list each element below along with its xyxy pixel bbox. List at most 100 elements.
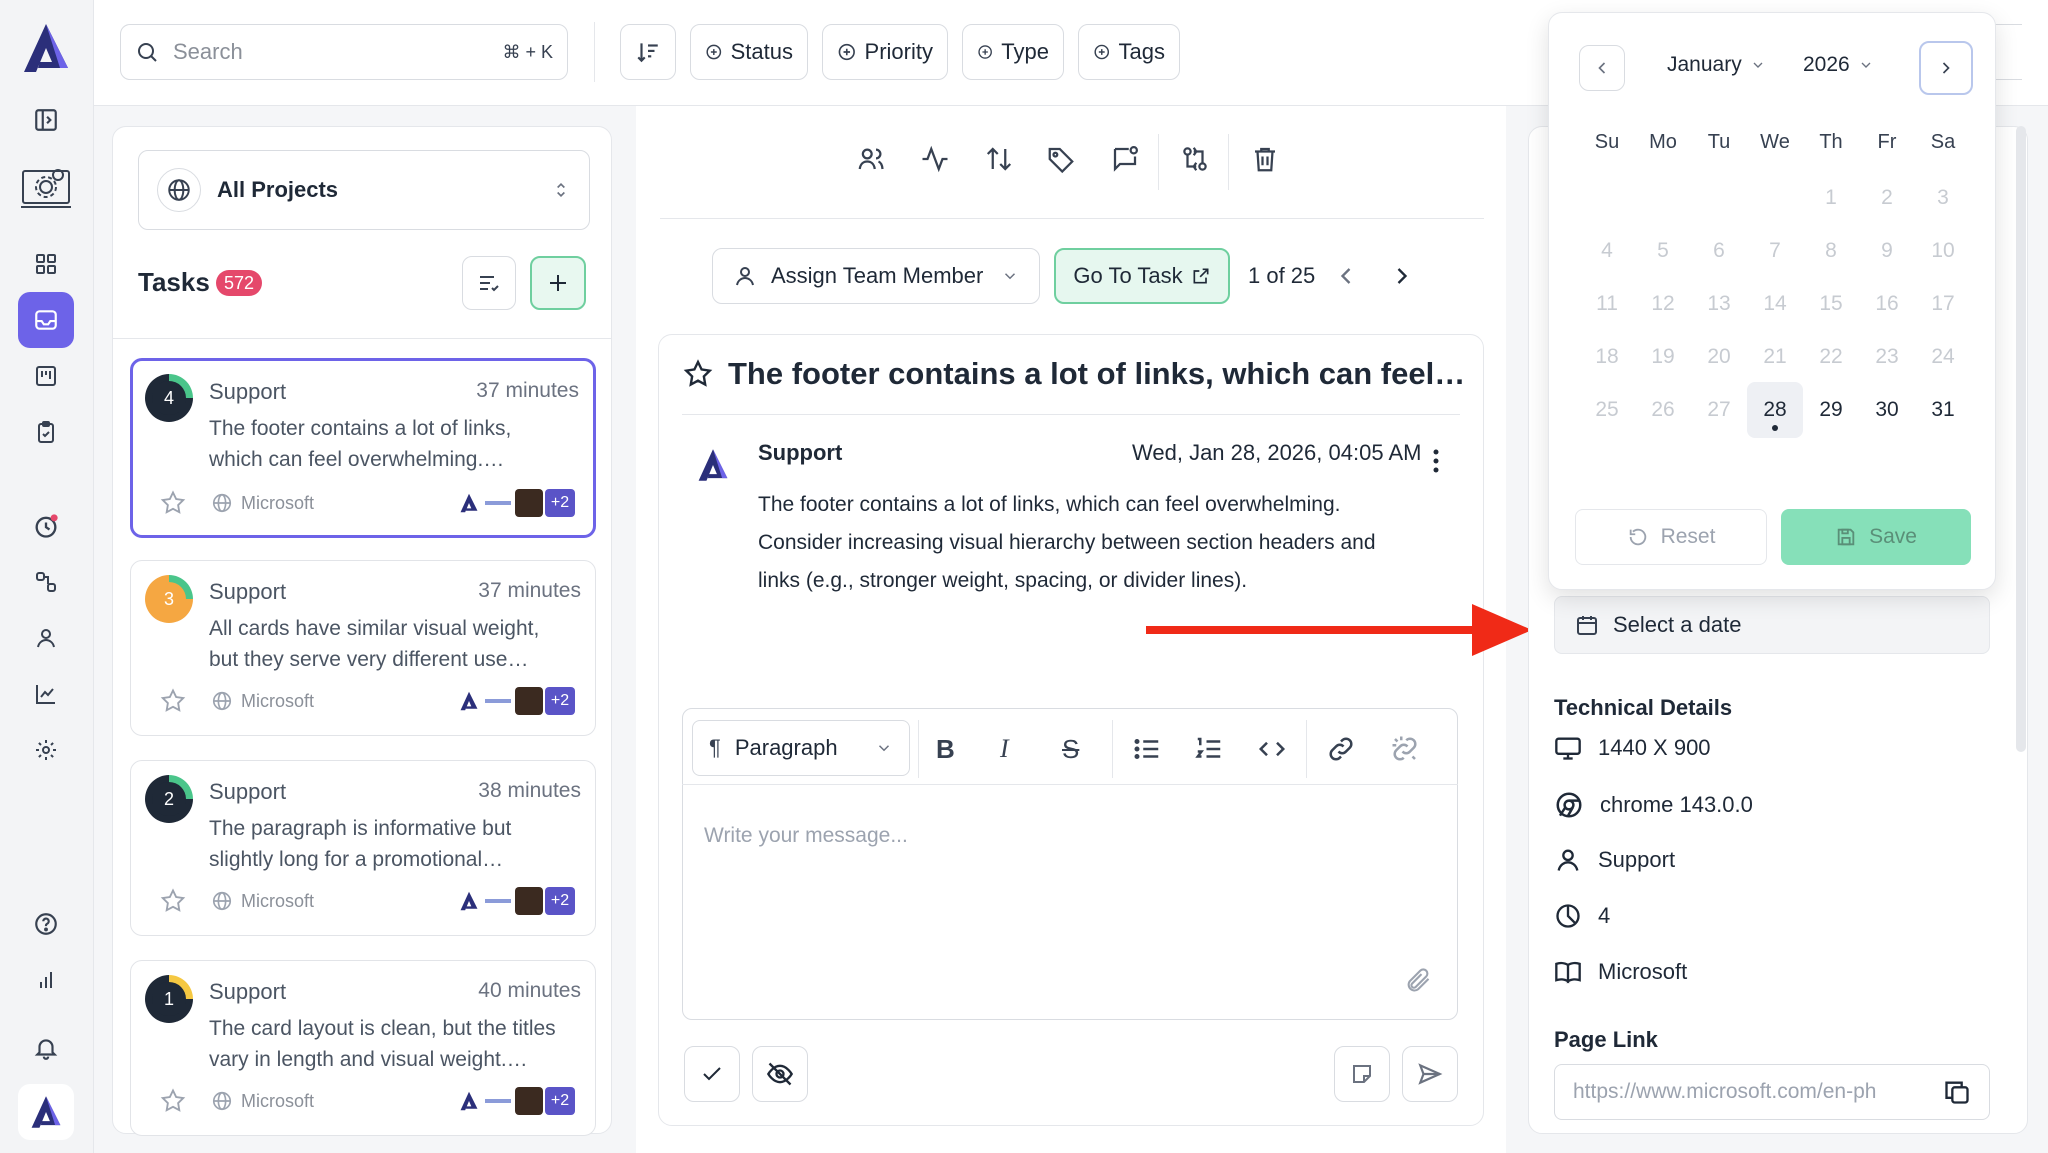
- hide-button[interactable]: [752, 1046, 808, 1102]
- save-button[interactable]: Save: [1781, 509, 1971, 565]
- calendar-day[interactable]: 21: [1747, 329, 1803, 385]
- bell-icon[interactable]: [18, 1020, 74, 1076]
- italic-icon[interactable]: I: [1000, 734, 1009, 764]
- task-card[interactable]: 1 Support 40 minutes The card layout is …: [130, 960, 596, 1136]
- calendar-day[interactable]: 12: [1635, 276, 1691, 332]
- calendar-day[interactable]: 10: [1915, 223, 1971, 279]
- task-card[interactable]: 3 Support 37 minutes All cards have simi…: [130, 560, 596, 736]
- task-card[interactable]: 4 Support 37 minutes The footer contains…: [130, 358, 596, 538]
- numbered-list-icon[interactable]: [1194, 734, 1224, 764]
- stats-icon[interactable]: [18, 952, 74, 1008]
- next-task-icon[interactable]: [1388, 262, 1416, 290]
- scrollbar[interactable]: [2016, 126, 2026, 752]
- settings-device-icon[interactable]: [16, 158, 76, 218]
- transfer-icon[interactable]: [1180, 144, 1210, 174]
- calendar-day[interactable]: 30: [1859, 382, 1915, 438]
- help-icon[interactable]: [18, 896, 74, 952]
- month-select[interactable]: January: [1667, 53, 1766, 77]
- status-filter-button[interactable]: Status: [690, 24, 808, 80]
- bullet-list-icon[interactable]: [1132, 734, 1162, 764]
- project-selector[interactable]: All Projects: [138, 150, 590, 230]
- message-input[interactable]: Write your message...: [704, 824, 908, 848]
- star-icon[interactable]: [159, 887, 187, 915]
- assignees-icon[interactable]: [856, 144, 886, 174]
- activity-icon[interactable]: [920, 144, 950, 174]
- calendar-day[interactable]: 31: [1915, 382, 1971, 438]
- assign-team-member-dropdown[interactable]: Assign Team Member: [712, 248, 1040, 304]
- calendar-day[interactable]: 16: [1859, 276, 1915, 332]
- star-icon[interactable]: [159, 687, 187, 715]
- strikethrough-icon[interactable]: S: [1062, 734, 1079, 765]
- prev-month-button[interactable]: [1579, 45, 1625, 91]
- clipboard-icon[interactable]: [18, 404, 74, 460]
- note-button[interactable]: [1334, 1046, 1390, 1102]
- star-icon[interactable]: [159, 1087, 187, 1115]
- calendar-day[interactable]: 8: [1803, 223, 1859, 279]
- calendar-day[interactable]: 11: [1579, 276, 1635, 332]
- code-icon[interactable]: [1256, 734, 1288, 764]
- calendar-day[interactable]: 18: [1579, 329, 1635, 385]
- star-icon[interactable]: [159, 489, 187, 517]
- trash-icon[interactable]: [1250, 144, 1280, 174]
- calendar-day[interactable]: 27: [1691, 382, 1747, 438]
- calendar-day[interactable]: 4: [1579, 223, 1635, 279]
- priority-filter-button[interactable]: Priority: [822, 24, 948, 80]
- send-button[interactable]: [1402, 1046, 1458, 1102]
- app-logo[interactable]: [20, 22, 72, 74]
- calendar-day[interactable]: 7: [1747, 223, 1803, 279]
- resolve-button[interactable]: [684, 1046, 740, 1102]
- search-input[interactable]: Search ⌘ + K: [120, 24, 568, 80]
- calendar-day[interactable]: 22: [1803, 329, 1859, 385]
- copy-icon[interactable]: [1943, 1078, 1971, 1106]
- date-picker-input[interactable]: Select a date: [1554, 596, 1990, 654]
- unlink-icon[interactable]: [1390, 734, 1420, 764]
- calendar-day[interactable]: 6: [1691, 223, 1747, 279]
- calendar-day[interactable]: 25: [1579, 382, 1635, 438]
- sort-button[interactable]: [620, 24, 676, 80]
- calendar-day[interactable]: 5: [1635, 223, 1691, 279]
- calendar-day[interactable]: 24: [1915, 329, 1971, 385]
- calendar-day[interactable]: 9: [1859, 223, 1915, 279]
- calendar-day[interactable]: 17: [1915, 276, 1971, 332]
- analytics-icon[interactable]: [18, 666, 74, 722]
- bold-icon[interactable]: B: [936, 734, 955, 765]
- calendar-day-selected[interactable]: 28: [1747, 382, 1803, 438]
- calendar-day[interactable]: 1: [1803, 170, 1859, 226]
- paragraph-style-select[interactable]: ¶ Paragraph: [692, 720, 910, 776]
- workflow-icon[interactable]: [18, 554, 74, 610]
- list-view-button[interactable]: [462, 256, 516, 310]
- dashboard-icon[interactable]: [18, 236, 74, 292]
- calendar-day[interactable]: 3: [1915, 170, 1971, 226]
- task-card[interactable]: 2 Support 38 minutes The paragraph is in…: [130, 760, 596, 936]
- user-avatar[interactable]: [18, 1084, 74, 1140]
- calendar-day[interactable]: 15: [1803, 276, 1859, 332]
- calendar-day[interactable]: 20: [1691, 329, 1747, 385]
- more-options-icon[interactable]: [1424, 446, 1448, 476]
- link-icon[interactable]: [1326, 734, 1356, 764]
- reset-button[interactable]: Reset: [1575, 509, 1767, 565]
- next-month-button[interactable]: [1919, 41, 1973, 95]
- type-filter-button[interactable]: Type: [962, 24, 1064, 80]
- go-to-task-button[interactable]: Go To Task: [1054, 248, 1230, 304]
- page-link-field[interactable]: https://www.microsoft.com/en-ph: [1554, 1064, 1990, 1120]
- history-icon[interactable]: [18, 498, 74, 554]
- calendar-day[interactable]: 13: [1691, 276, 1747, 332]
- add-task-button[interactable]: [530, 256, 586, 310]
- prev-task-icon[interactable]: [1332, 262, 1360, 290]
- year-select[interactable]: 2026: [1803, 53, 1874, 77]
- calendar-day[interactable]: 14: [1747, 276, 1803, 332]
- tag-icon[interactable]: [1046, 144, 1076, 174]
- calendar-day[interactable]: 19: [1635, 329, 1691, 385]
- user-icon[interactable]: [18, 610, 74, 666]
- attachment-icon[interactable]: [1404, 966, 1432, 994]
- gear-icon[interactable]: [18, 722, 74, 778]
- calendar-day[interactable]: 29: [1803, 382, 1859, 438]
- sort-arrows-icon[interactable]: [984, 144, 1014, 174]
- star-icon[interactable]: [682, 358, 714, 390]
- calendar-day[interactable]: 23: [1859, 329, 1915, 385]
- inbox-icon[interactable]: [18, 292, 74, 348]
- toggle-sidebar-icon[interactable]: [18, 92, 74, 148]
- calendar-day[interactable]: 26: [1635, 382, 1691, 438]
- tags-filter-button[interactable]: Tags: [1078, 24, 1180, 80]
- comment-flag-icon[interactable]: [1110, 144, 1140, 174]
